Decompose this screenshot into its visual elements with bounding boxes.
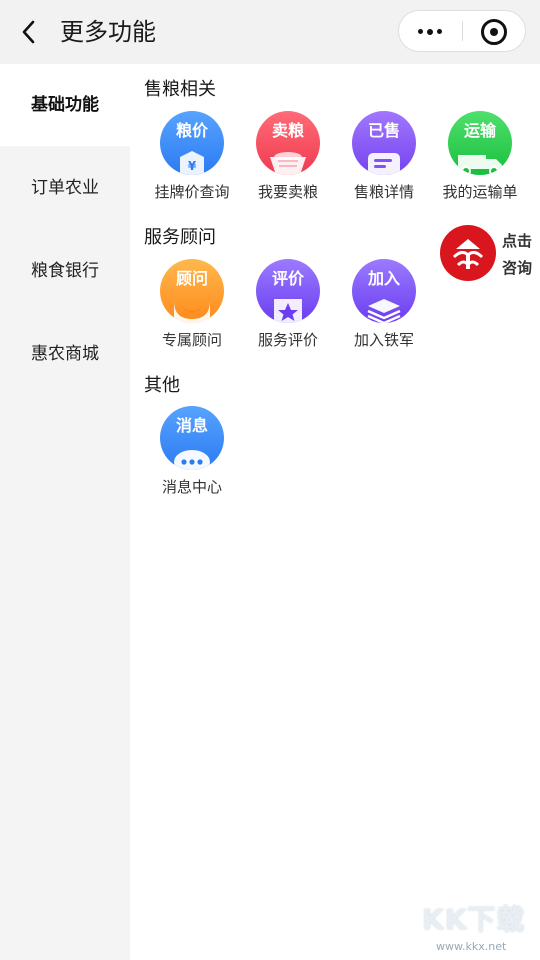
more-dot [427,28,433,35]
svg-text:¥: ¥ [188,159,197,173]
star-badge-icon [274,299,302,323]
yen-tag-icon: ¥ [180,151,204,175]
advisor-icon-circle: 顾问 [160,259,224,323]
mini-program-capsule [398,10,526,52]
icon-caption: 评价 [271,269,304,288]
page-title: 更多功能 [60,18,156,46]
evaluation-icon-circle: 评价 [256,259,320,323]
icon-caption: 消息 [175,416,208,435]
grid-item-evaluation[interactable]: 评价 服务评价 [240,259,336,359]
grid-item-sold-detail[interactable]: 已售 售粮详情 [336,111,432,211]
icon-caption: 运输 [463,121,496,140]
consult-button[interactable]: 点击 咨询 [440,225,540,285]
price-icon-circle: 粮价 ¥ [160,111,224,175]
advisor-icon [174,301,210,323]
truck-icon [458,155,502,175]
icon-caption: 顾问 [175,269,208,288]
icon-caption: 已售 [367,121,400,140]
grid-item-advisor[interactable]: 顾问 专属顾问 [144,259,240,359]
sidebar-item-grain-bank[interactable]: 粮食银行 [0,230,130,312]
category-sidebar: 基础功能 订单农业 粮食银行 惠农商城 [0,64,130,960]
icon-caption: 卖粮 [271,121,304,140]
consult-logo-graphic [452,239,484,269]
consult-label-line2: 咨询 [502,259,533,277]
sold-icon-circle: 已售 [352,111,416,175]
grid-label: 加入铁军 [353,331,414,349]
join-icon-circle: 加入 [352,259,416,323]
top-bar: 更多功能 [0,0,540,64]
grain-basket-icon [270,152,306,175]
grid-item-messages[interactable]: 消息 消息中心 [144,406,240,506]
grid-label: 我的运输单 [442,183,518,201]
consult-label: 点击 咨询 [502,228,538,282]
chevron-left-icon [22,20,35,44]
watermark-url: www.kkx.net [436,940,507,953]
grid-item-transport[interactable]: 运输 我的运输单 [432,111,528,211]
watermark: KK下载 www.kkx.net [422,898,540,960]
section-title-grain-sale: 售粮相关 [144,79,216,100]
sidebar-item-order-farming[interactable]: 订单农业 [0,147,130,229]
consult-logo-icon [440,225,496,281]
section-title-service-advisor: 服务顾问 [144,227,216,248]
grid-item-join[interactable]: 加入 加入铁军 [336,259,432,359]
grid-label: 消息中心 [161,478,222,496]
icon-caption: 加入 [367,269,400,288]
sidebar-item-basic[interactable]: 基础功能 [0,64,130,146]
sidebar-item-mall[interactable]: 惠农商城 [0,313,130,395]
grid-item-sell-grain[interactable]: 卖粮 我要卖粮 [240,111,336,211]
layers-icon [367,299,401,323]
transport-icon-circle: 运输 [448,111,512,175]
sell-icon-circle: 卖粮 [256,111,320,175]
icon-caption: 粮价 [175,121,208,140]
target-center [490,28,498,36]
document-icon [368,153,400,175]
watermark-logo: KK下载 [422,903,526,936]
chat-dots-icon [174,450,210,470]
more-dot [437,29,442,34]
more-dots-icon [418,29,423,34]
back-button[interactable] [18,18,42,46]
grid-item-price[interactable]: 粮价 ¥ 挂牌价查询 [144,111,240,211]
close-button[interactable] [463,11,525,51]
messages-icon-circle: 消息 [160,406,224,470]
more-button[interactable] [399,11,463,51]
section-title-other: 其他 [144,375,180,396]
consult-label-line1: 点击 [502,232,533,250]
